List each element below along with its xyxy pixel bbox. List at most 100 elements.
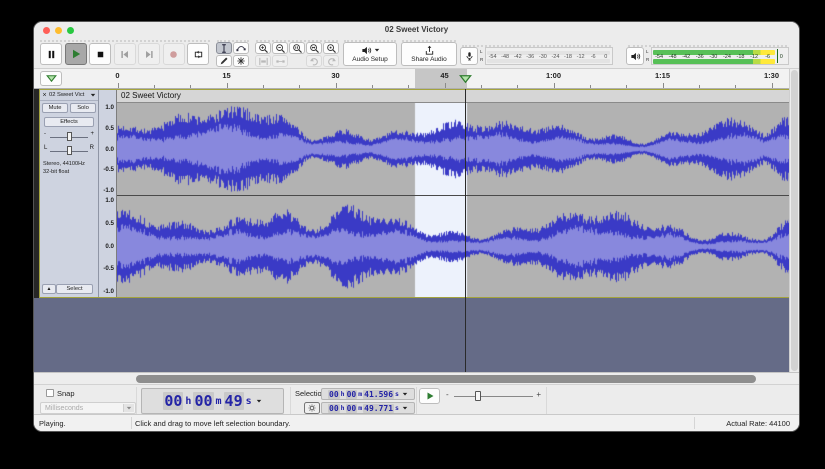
snap-format-select[interactable]: Milliseconds	[40, 402, 136, 414]
playback-speed-slider[interactable]: - +	[446, 388, 541, 404]
time-format-caret[interactable]	[402, 405, 408, 411]
time-unit-label: h	[341, 390, 345, 398]
time-digit-group[interactable]: 00	[328, 404, 340, 413]
recording-meter[interactable]: LR -54-48-42-36-30-24-18-12-60	[460, 44, 613, 63]
play-at-speed-button[interactable]	[419, 388, 440, 404]
select-track-button[interactable]: Select	[56, 284, 93, 294]
record-meter-button[interactable]	[460, 47, 478, 65]
envelope-tool-button[interactable]	[233, 42, 249, 54]
undo-button[interactable]	[306, 55, 322, 67]
skip-start-button[interactable]	[114, 43, 136, 65]
playback-meter-scale[interactable]: -54-48-42-36-30-24-18-12-60	[651, 47, 789, 65]
ruler-tick	[590, 85, 591, 88]
solo-button[interactable]: Solo	[70, 103, 96, 113]
amplitude-label: 0.0	[105, 147, 114, 153]
playback-meter-button[interactable]	[626, 47, 644, 65]
zoom-in-icon	[258, 43, 269, 54]
time-digit-group[interactable]: 49.771	[363, 404, 394, 413]
ruler-tick	[227, 83, 228, 88]
effects-button[interactable]: Effects	[44, 117, 94, 127]
amplitude-label: 0.0	[105, 244, 114, 250]
playback-meter[interactable]: LR -54-48-42-36-30-24-18-12-60	[626, 44, 789, 63]
vertical-scrollbar-thumb[interactable]	[791, 70, 798, 371]
zoom-sel-button[interactable]	[289, 42, 305, 54]
ruler-time-label: 1:30	[764, 71, 779, 80]
time-digit-group[interactable]: 00	[193, 392, 213, 410]
draw-tool-button[interactable]	[216, 55, 232, 67]
audio-position-display[interactable]: 00h00m49s	[141, 388, 284, 414]
ruler-tick	[190, 85, 191, 88]
collapse-track-button[interactable]: ▲	[42, 284, 56, 294]
snap-checkbox[interactable]	[46, 389, 54, 397]
zoom-in-button[interactable]	[255, 42, 271, 54]
ruler-tick	[554, 83, 555, 88]
meter-tick-labels: -54-48-42-36-30-24-18-12-60	[652, 48, 788, 64]
stop-button[interactable]	[89, 43, 111, 65]
playhead-marker-icon[interactable]	[459, 74, 472, 84]
zoom-fit-button[interactable]	[306, 42, 322, 54]
time-digit-group[interactable]: 49	[224, 392, 244, 410]
share-audio-button[interactable]: Share Audio	[401, 42, 457, 66]
selection-tool-button[interactable]	[216, 42, 232, 54]
meter-channel-labels: LR	[480, 50, 483, 62]
time-format-caret[interactable]	[256, 398, 262, 404]
trim-button[interactable]	[255, 55, 271, 67]
selection-start-field[interactable]: 00h00m41.596s	[321, 388, 415, 400]
time-unit-label: m	[358, 404, 362, 412]
time-digit-group[interactable]: 00	[328, 390, 340, 399]
mute-button[interactable]: Mute	[42, 103, 68, 113]
share-audio-label: Share Audio	[411, 57, 446, 64]
zoom-out-button[interactable]	[272, 42, 288, 54]
time-digit-group[interactable]: 41.596	[363, 390, 394, 399]
ruler-time-label: 15	[222, 71, 230, 80]
gain-slider-thumb[interactable]	[67, 132, 72, 141]
close-track-button[interactable]: ×	[40, 92, 49, 99]
time-digit-group[interactable]: 00	[346, 390, 358, 399]
skip-end-button[interactable]	[138, 43, 160, 65]
ruler-tick	[154, 85, 155, 88]
speed-slider-thumb[interactable]	[475, 391, 481, 401]
pan-slider[interactable]: L R	[42, 145, 96, 156]
track-menu-caret-icon[interactable]	[90, 92, 96, 98]
amplitude-label: -1.0	[103, 188, 114, 194]
timeline-options-button[interactable]	[40, 71, 62, 86]
gain-min-label: -	[44, 131, 46, 137]
time-unit-label: m	[358, 390, 362, 398]
waveform-channel-right[interactable]	[117, 196, 790, 297]
multi-tool-button[interactable]	[233, 55, 249, 67]
vertical-scrollbar[interactable]	[789, 69, 799, 372]
horizontal-scrollbar[interactable]	[34, 372, 799, 384]
snap-format-caret[interactable]	[123, 404, 134, 412]
selection-settings-button[interactable]	[304, 402, 320, 414]
clip-title-bar[interactable]: 02 Sweet Victory	[117, 90, 790, 103]
amplitude-ruler[interactable]: 1.00.50.0-0.5-1.01.00.50.0-0.5-1.0	[99, 90, 117, 297]
record-button[interactable]	[163, 43, 185, 65]
multi-tool-icon	[236, 56, 246, 66]
time-format-caret[interactable]	[402, 391, 408, 397]
timeline-ruler[interactable]: 01530451:001:151:30	[117, 69, 791, 88]
time-digit-group[interactable]: 00	[346, 404, 358, 413]
silence-icon	[275, 56, 286, 67]
draw-tool-icon	[219, 56, 229, 66]
ruler-tick	[699, 85, 700, 88]
gain-slider[interactable]: - +	[42, 131, 96, 142]
waveform-channel-left[interactable]	[117, 103, 790, 195]
loop-button[interactable]	[187, 43, 209, 65]
redo-button[interactable]	[323, 55, 339, 67]
meter-channel-labels: LR	[646, 50, 649, 62]
pan-slider-thumb[interactable]	[67, 146, 72, 155]
ruler-tick	[118, 83, 119, 88]
selection-end-field[interactable]: 00h00m49.771s	[321, 402, 415, 414]
waveform-area[interactable]: 02 Sweet Victory	[117, 90, 790, 297]
zoom-toggle-button[interactable]	[323, 42, 339, 54]
status-bar: Playing. Click and drag to move left sel…	[34, 414, 799, 431]
track-title[interactable]: 02 Sweet Vict	[49, 92, 90, 98]
time-digit-group[interactable]: 00	[163, 392, 183, 410]
recording-meter-scale[interactable]: -54-48-42-36-30-24-18-12-60	[485, 47, 613, 65]
pause-button[interactable]	[40, 43, 62, 65]
amplitude-label: 0.5	[105, 126, 114, 132]
horizontal-scrollbar-thumb[interactable]	[136, 375, 756, 383]
audio-setup-button[interactable]: Audio Setup	[343, 42, 397, 66]
play-button[interactable]	[65, 43, 87, 65]
silence-button[interactable]	[272, 55, 288, 67]
